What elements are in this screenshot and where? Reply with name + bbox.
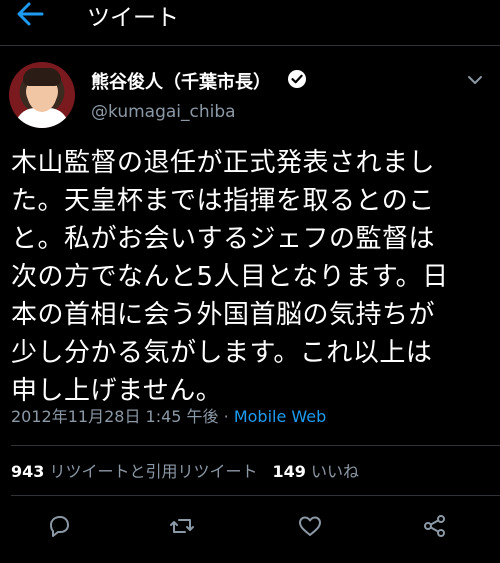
like-count: 149 xyxy=(272,462,306,481)
divider xyxy=(11,495,500,496)
verified-icon xyxy=(288,70,306,88)
source-link[interactable]: Mobile Web xyxy=(234,407,326,426)
divider xyxy=(0,45,500,46)
tweet-line: た。天皇杯までは指揮を取るとのこ xyxy=(11,186,435,216)
back-arrow-icon[interactable] xyxy=(12,0,46,28)
user-handle[interactable]: @kumagai_chiba xyxy=(91,102,236,122)
like-label: いいね xyxy=(311,462,360,481)
tweet-line: 本の首相に会う外国首脳の気持ちが xyxy=(11,300,436,330)
timestamp[interactable]: 2012年11月28日 1:45 午後 xyxy=(11,407,219,426)
top-bar: ツイート xyxy=(0,0,500,34)
avatar[interactable] xyxy=(9,62,75,128)
user-name[interactable]: 熊谷俊人（千葉市長） xyxy=(91,68,271,94)
tweet-text: 木山監督の退任が正式発表されまし た。天皇杯までは指揮を取るとのこ と。私がお会… xyxy=(11,144,491,410)
tweet-line: 木山監督の退任が正式発表されまし xyxy=(11,148,436,178)
reply-icon[interactable] xyxy=(46,513,72,539)
page-title: ツイート xyxy=(87,5,179,31)
tweet-line: 少し分かる気がします。これ以上は xyxy=(11,338,433,368)
retweet-label: リツイートと引用リツイート xyxy=(49,462,258,481)
tweet-meta: 2012年11月28日 1:45 午後 · Mobile Web xyxy=(11,403,326,427)
tweet-stats: 943 リツイートと引用リツイート 149 いいね xyxy=(11,458,359,482)
tweet-line: 次の方でなんと5人目となります。日 xyxy=(11,262,449,292)
retweet-count: 943 xyxy=(11,462,45,481)
separator: · xyxy=(218,407,234,426)
like-icon[interactable] xyxy=(297,513,323,539)
retweet-stat[interactable]: 943 リツイートと引用リツイート xyxy=(11,462,258,481)
chevron-down-icon[interactable] xyxy=(466,74,484,86)
tweet-line: と。私がお会いするジェフの監督は xyxy=(11,224,436,254)
divider xyxy=(11,445,500,446)
like-stat[interactable]: 149 いいね xyxy=(273,462,360,481)
retweet-icon[interactable] xyxy=(169,513,195,539)
share-icon[interactable] xyxy=(422,513,448,539)
